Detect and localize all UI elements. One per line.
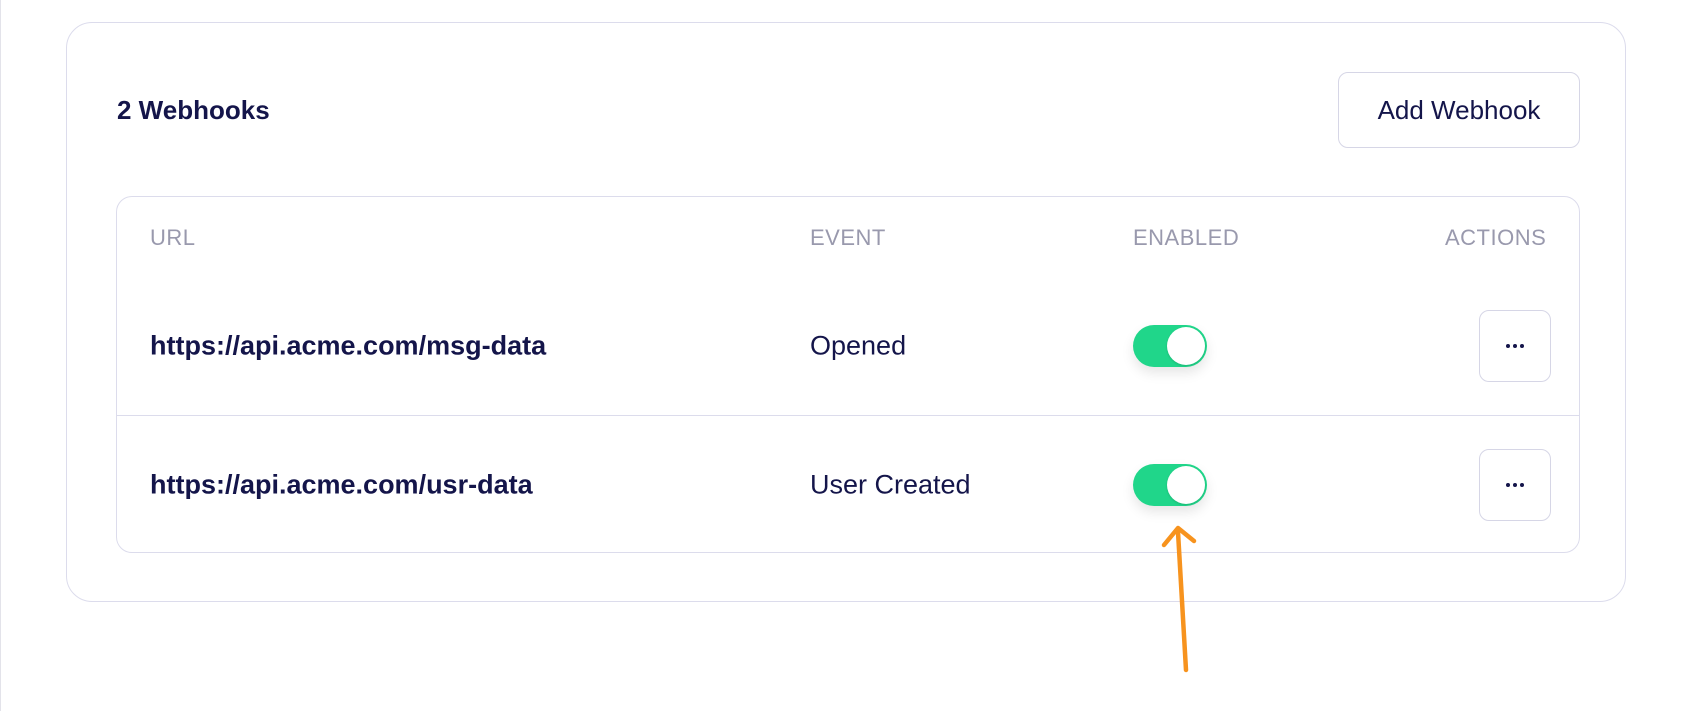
enabled-toggle[interactable] xyxy=(1133,325,1207,367)
add-webhook-button[interactable]: Add Webhook xyxy=(1338,72,1580,148)
toggle-knob xyxy=(1167,327,1205,365)
row-actions-button[interactable] xyxy=(1479,310,1551,382)
webhooks-table: URL EVENT ENABLED ACTIONS https://api.ac… xyxy=(116,196,1580,553)
webhooks-panel: 2 Webhooks Add Webhook URL EVENT ENABLED… xyxy=(66,22,1626,602)
webhook-url: https://api.acme.com/msg-data xyxy=(150,330,547,361)
enabled-toggle[interactable] xyxy=(1133,463,1207,506)
row-actions-button[interactable] xyxy=(1479,448,1551,521)
table-row: https://api.acme.com/msg-data Opened xyxy=(117,277,1579,415)
webhook-url: https://api.acme.com/usr-data xyxy=(150,469,533,499)
webhooks-count-title: 2 Webhooks xyxy=(117,95,270,125)
toggle-knob xyxy=(1167,465,1205,504)
column-header-enabled: ENABLED xyxy=(1133,225,1240,250)
webhook-event: User Created xyxy=(810,469,971,499)
table-row: https://api.acme.com/usr-data User Creat… xyxy=(117,415,1579,552)
column-header-url: URL xyxy=(150,225,196,250)
column-header-actions: ACTIONS xyxy=(1445,225,1547,250)
column-header-event: EVENT xyxy=(810,225,886,250)
more-horizontal-icon xyxy=(1506,482,1524,487)
webhook-event: Opened xyxy=(810,330,907,361)
page-left-border xyxy=(0,0,1,711)
more-horizontal-icon xyxy=(1506,344,1524,348)
